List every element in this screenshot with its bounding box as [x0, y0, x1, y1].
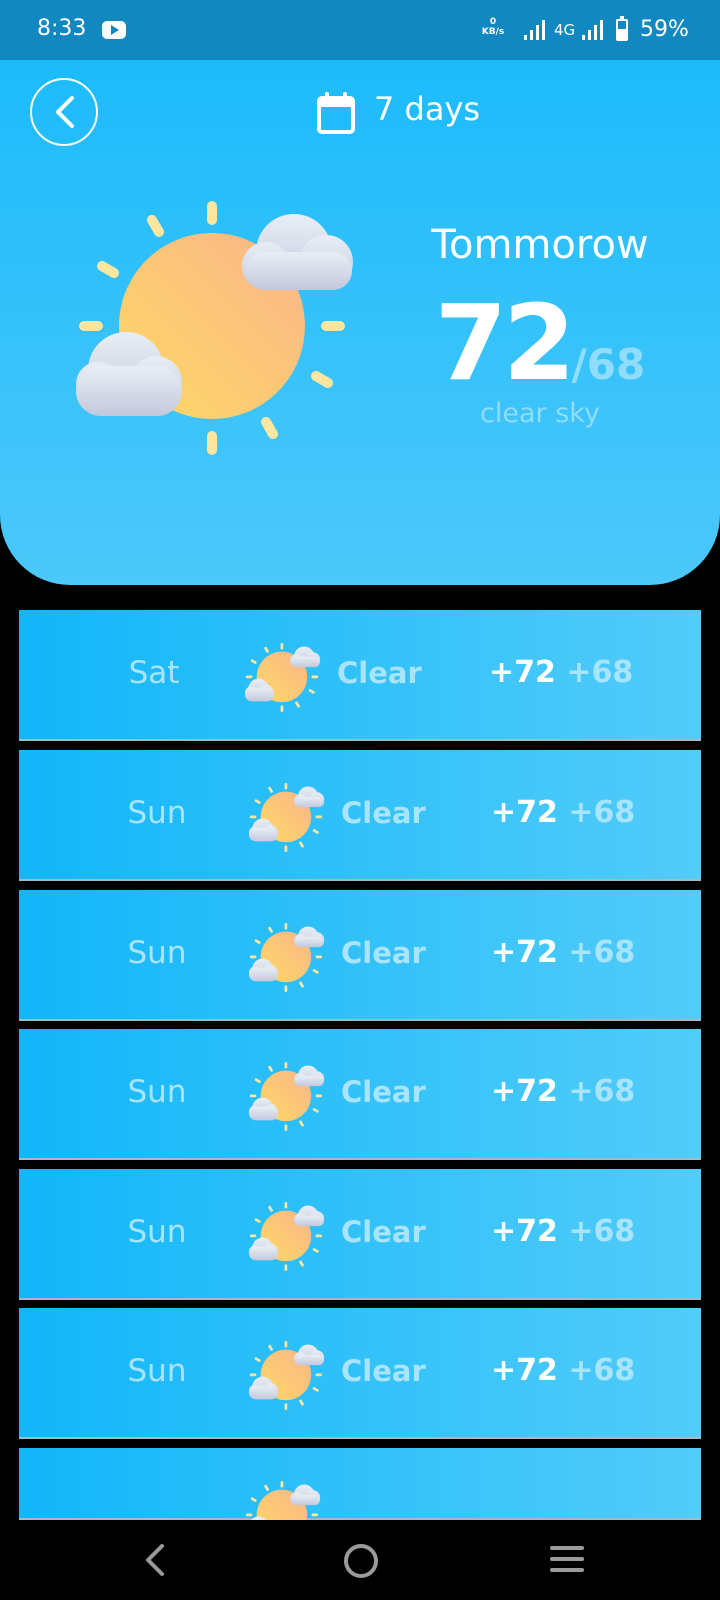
forecast-row-day: Sun: [127, 1353, 187, 1389]
weather-condition: clear sky: [480, 398, 600, 429]
sun-with-clouds-icon: [249, 1061, 325, 1131]
menu-line: [550, 1568, 584, 1572]
network-speed-unit: KB/s: [481, 27, 505, 37]
forecast-row-day: Sun: [127, 935, 187, 971]
temperature-group: 72/68: [420, 282, 660, 404]
forecast-row-condition: Clear: [341, 1075, 426, 1109]
navigation-bar: [0, 1520, 720, 1600]
network-speed-value: 0: [489, 17, 497, 27]
forecast-row[interactable]: Sun Clear +72 +68: [19, 1169, 701, 1300]
forecast-row-temps: +72 +68: [491, 1353, 635, 1388]
forecast-row[interactable]: Sat Clear +72 +68: [19, 610, 701, 741]
menu-line: [550, 1546, 584, 1550]
forecast-row-high: +72: [491, 795, 558, 830]
sun-with-clouds-icon: [245, 642, 321, 712]
forecast-row-low: +68: [568, 1074, 636, 1109]
forecast-row-day: Sun: [127, 1074, 187, 1110]
cell-signal-icon: [582, 20, 603, 40]
forecast-row-temps: +72 +68: [491, 1074, 635, 1109]
forecast-row-condition: Clear: [341, 796, 426, 830]
back-button[interactable]: [30, 78, 98, 146]
temperature-low: /68: [571, 340, 646, 389]
forecast-row-high: +72: [491, 1214, 558, 1249]
nav-back-button[interactable]: [138, 1540, 170, 1580]
nav-home-button[interactable]: [344, 1544, 378, 1578]
forecast-row[interactable]: Sun Clear +72 +68: [19, 890, 701, 1021]
menu-line: [550, 1557, 584, 1561]
hero-card: 7 days Tommorow 72/68 clear sky: [0, 60, 720, 585]
forecast-row-condition: Clear: [341, 1215, 426, 1249]
forecast-row[interactable]: Sun Clear +72 +68: [19, 1029, 701, 1160]
wifi-signal-icon: [524, 20, 545, 40]
battery-icon: [616, 16, 628, 41]
chevron-left-icon: [56, 96, 74, 128]
forecast-row-high: +72: [491, 935, 558, 970]
forecast-row-temps: +72 +68: [489, 655, 633, 690]
forecast-row[interactable]: Sun Clear +72 +68: [19, 750, 701, 881]
sun-with-clouds-icon: [249, 782, 325, 852]
status-time: 8:33: [37, 16, 87, 41]
forecast-row[interactable]: [19, 1448, 701, 1550]
sun-with-clouds-icon: [249, 922, 325, 992]
network-speed: 0 KB/s: [478, 17, 508, 37]
forecast-row-condition: Clear: [337, 656, 422, 690]
temperature-high: 72: [434, 282, 576, 404]
forecast-row-condition: Clear: [341, 936, 426, 970]
forecast-row-low: +68: [568, 1214, 636, 1249]
status-bar: 8:33 0 KB/s 4G 59%: [0, 0, 720, 60]
calendar-icon: [317, 92, 355, 134]
forecast-row-low: +68: [568, 1353, 636, 1388]
sun-with-clouds-icon: [249, 1340, 325, 1410]
forecast-row-day: Sun: [127, 1214, 187, 1250]
forecast-row-temps: +72 +68: [491, 1214, 635, 1249]
forecast-row-day: Sun: [127, 795, 187, 831]
forecast-row-temps: +72 +68: [491, 795, 635, 830]
forecast-row-day: Sat: [128, 655, 180, 691]
sun-with-clouds-icon: [249, 1201, 325, 1271]
forecast-row[interactable]: Sun Clear +72 +68: [19, 1308, 701, 1439]
page-title: 7 days: [374, 90, 481, 128]
forecast-row-high: +72: [489, 655, 556, 690]
forecast-day-label: Tommorow: [431, 222, 649, 268]
network-type: 4G: [554, 21, 576, 39]
forecast-row-low: +68: [568, 795, 636, 830]
forecast-row-low: +68: [568, 935, 636, 970]
forecast-row-high: +72: [491, 1074, 558, 1109]
sun-with-clouds-icon: [76, 190, 356, 470]
forecast-row-condition: Clear: [341, 1354, 426, 1388]
forecast-row-low: +68: [566, 655, 634, 690]
battery-percentage: 59%: [640, 17, 689, 42]
nav-menu-button[interactable]: [550, 1546, 584, 1574]
youtube-notification-icon: [102, 21, 126, 39]
forecast-row-temps: +72 +68: [491, 935, 635, 970]
forecast-row-high: +72: [491, 1353, 558, 1388]
